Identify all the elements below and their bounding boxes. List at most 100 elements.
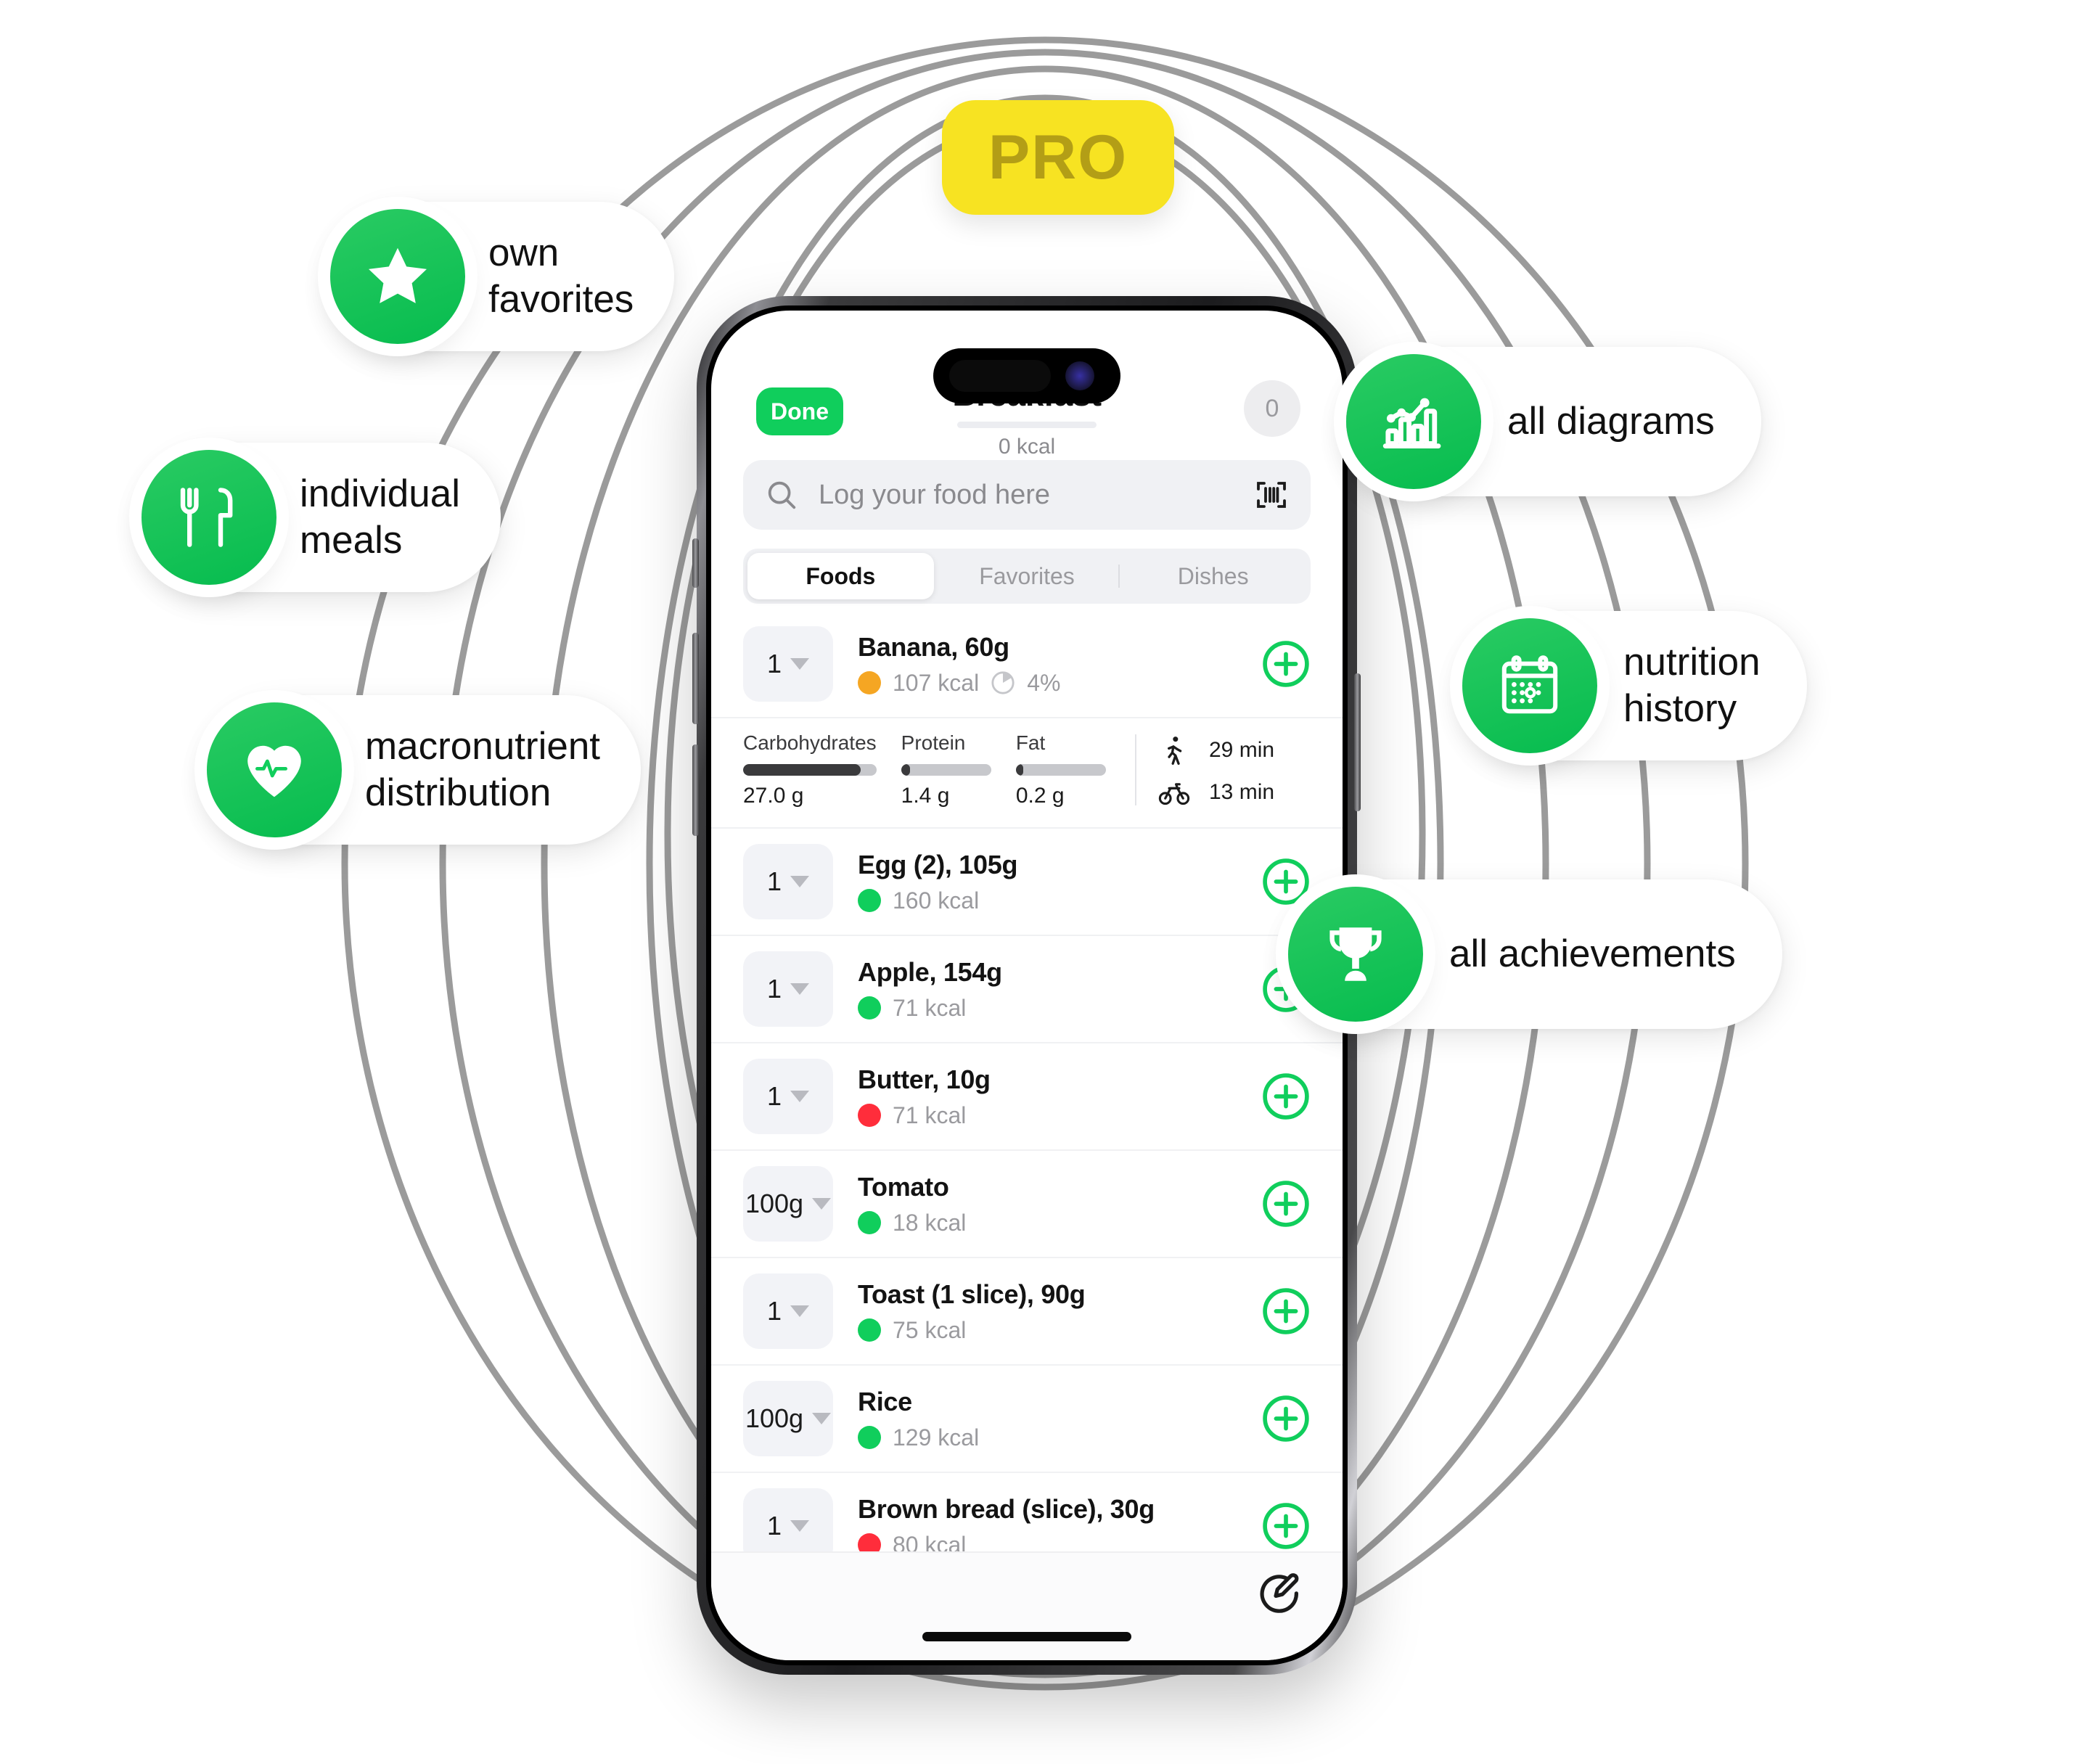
macro-protein: Protein 1.4 g	[901, 731, 1016, 808]
edit-pencil-icon[interactable]	[1255, 1569, 1303, 1617]
food-meta: 71 kcal	[858, 1102, 1261, 1129]
table-row[interactable]: 1 Butter, 10g 71 kcal	[711, 1043, 1343, 1151]
food-list[interactable]: 1 Banana, 60g 107 kcal 4% Carbohydrates …	[711, 611, 1343, 1551]
table-row[interactable]: 100g Rice 129 kcal	[711, 1366, 1343, 1473]
trophy-icon	[1288, 887, 1423, 1022]
pro-badge: PRO	[942, 100, 1174, 215]
food-name: Egg (2), 105g	[858, 849, 1018, 879]
macro-carbs: Carbohydrates 27.0 g	[743, 731, 901, 808]
feature-all-diagrams-label: all diagrams	[1507, 400, 1715, 443]
add-food-button[interactable]	[1261, 1072, 1311, 1121]
count-badge-value: 0	[1265, 394, 1279, 422]
food-name: Banana, 60g	[858, 631, 1009, 662]
quantity-stepper[interactable]: 1	[743, 844, 833, 919]
quantity-value: 100g	[745, 1403, 804, 1433]
add-food-button[interactable]	[1261, 1287, 1311, 1336]
quantity-stepper[interactable]: 100g	[743, 1166, 833, 1242]
macro-protein-label: Protein	[901, 731, 966, 754]
walking-icon	[1168, 737, 1182, 765]
add-food-button[interactable]	[1261, 1501, 1311, 1551]
macro-carbs-label: Carbohydrates	[743, 731, 877, 754]
chevron-down-icon	[812, 1198, 832, 1210]
table-row[interactable]: 1 Brown bread (slice), 30g 80 kcal	[711, 1473, 1343, 1551]
phone-screen: Done Breakfast 0 kcal 0	[711, 311, 1343, 1660]
quantity-stepper[interactable]: 100g	[743, 1381, 833, 1456]
tab-bar: Foods Favorites Dishes	[743, 549, 1311, 604]
volume-down-button[interactable]	[692, 744, 699, 836]
table-row[interactable]: 1 Apple, 154g 71 kcal	[711, 936, 1343, 1043]
phone-bezel: Done Breakfast 0 kcal 0	[706, 305, 1348, 1665]
quantity-stepper[interactable]: 1	[743, 1273, 833, 1349]
food-name: Tomato	[858, 1171, 949, 1202]
feature-all-achievements[interactable]: all achievements	[1288, 879, 1782, 1029]
table-row[interactable]: 1 Banana, 60g 107 kcal 4%	[711, 611, 1343, 718]
food-meta: 107 kcal 4%	[858, 670, 1261, 697]
food-name: Apple, 154g	[858, 956, 1002, 987]
row-text: Brown bread (slice), 30g 80 kcal	[858, 1494, 1261, 1551]
tab-favorites-label: Favorites	[979, 562, 1075, 589]
barcode-scan-icon[interactable]	[1254, 477, 1289, 512]
table-row[interactable]: 100g Tomato 18 kcal	[711, 1151, 1343, 1258]
food-kcal: 71 kcal	[893, 1102, 967, 1128]
macro-protein-value: 1.4 g	[901, 784, 950, 808]
row-text: Tomato 18 kcal	[858, 1172, 1261, 1236]
macro-carbs-fill	[743, 764, 861, 776]
volume-up-button[interactable]	[692, 633, 699, 724]
macro-protein-track	[901, 764, 991, 776]
chevron-down-icon	[790, 1520, 810, 1532]
add-food-button[interactable]	[1261, 1394, 1311, 1443]
food-meta: 71 kcal	[858, 995, 1261, 1022]
bicycle-icon	[1158, 783, 1190, 805]
feature-own-favorites[interactable]: own favorites	[330, 202, 675, 351]
macro-carbs-track	[743, 764, 877, 776]
food-percent: 4%	[1027, 669, 1061, 696]
tab-favorites[interactable]: Favorites	[934, 553, 1120, 599]
tab-dishes[interactable]: Dishes	[1120, 553, 1306, 599]
feature-macronutrient-distribution[interactable]: macronutrient distribution	[207, 695, 642, 845]
add-food-button[interactable]	[1261, 639, 1311, 689]
cutlery-icon	[142, 450, 276, 585]
quantity-value: 1	[766, 1511, 782, 1541]
food-kcal: 129 kcal	[893, 1424, 980, 1451]
table-row[interactable]: 1 Toast (1 slice), 90g 75 kcal	[711, 1258, 1343, 1366]
status-dot	[858, 1426, 881, 1449]
front-camera-icon	[1065, 361, 1094, 390]
food-meta: 160 kcal	[858, 887, 1261, 914]
silent-switch[interactable]	[692, 538, 699, 588]
food-meta: 129 kcal	[858, 1424, 1261, 1451]
quantity-value: 1	[766, 649, 782, 678]
tab-foods[interactable]: Foods	[747, 553, 934, 599]
search-input[interactable]: Log your food here	[819, 480, 1254, 511]
macro-fat-track	[1015, 764, 1106, 776]
table-row[interactable]: 1 Egg (2), 105g 160 kcal	[711, 829, 1343, 936]
feature-all-diagrams[interactable]: all diagrams	[1346, 347, 1761, 496]
quantity-value: 1	[766, 974, 782, 1004]
activity-equivalents: 29 min 13 min	[1158, 731, 1311, 808]
feature-all-achievements-label: all achievements	[1449, 932, 1736, 976]
quantity-stepper[interactable]: 1	[743, 1059, 833, 1134]
feature-nutrition-history-label: nutrition history	[1623, 641, 1761, 730]
quantity-stepper[interactable]: 1	[743, 951, 833, 1027]
feature-individual-meals[interactable]: individual meals	[142, 443, 501, 592]
quantity-stepper[interactable]: 1	[743, 1488, 833, 1551]
quantity-stepper[interactable]: 1	[743, 626, 833, 702]
row-text: Egg (2), 105g 160 kcal	[858, 850, 1261, 914]
home-indicator	[922, 1632, 1131, 1641]
count-badge[interactable]: 0	[1244, 380, 1300, 437]
food-kcal: 107 kcal	[893, 669, 980, 696]
macronutrient-panel: Carbohydrates 27.0 g Protein 1.4 g Fat 0…	[711, 718, 1343, 829]
feature-macronutrient-distribution-label: macronutrient distribution	[365, 725, 601, 814]
food-meta: 18 kcal	[858, 1210, 1261, 1236]
food-kcal: 71 kcal	[893, 994, 967, 1021]
status-dot	[858, 1104, 881, 1127]
power-button[interactable]	[1354, 673, 1361, 811]
food-meta: 75 kcal	[858, 1317, 1261, 1344]
quantity-value: 1	[766, 1296, 782, 1326]
status-dot	[858, 889, 881, 912]
feature-nutrition-history[interactable]: nutrition history	[1462, 611, 1807, 760]
bottom-bar	[711, 1551, 1343, 1660]
search-bar[interactable]: Log your food here	[743, 460, 1311, 530]
add-food-button[interactable]	[1261, 1179, 1311, 1228]
add-food-button[interactable]	[1261, 857, 1311, 906]
status-dot	[858, 1318, 881, 1342]
